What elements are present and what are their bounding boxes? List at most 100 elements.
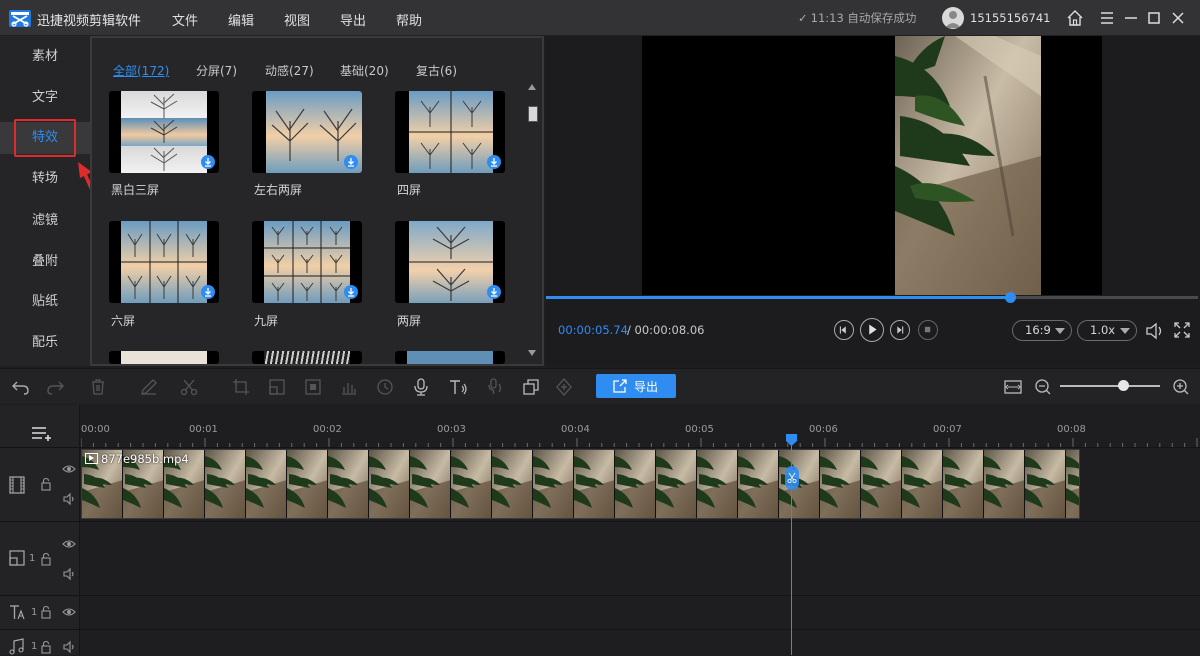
- nav-item-material[interactable]: 素材: [0, 42, 90, 72]
- tab-split[interactable]: 分屏(7): [196, 62, 237, 79]
- close-icon[interactable]: [1168, 8, 1188, 28]
- hamburger-menu-icon[interactable]: [1097, 8, 1117, 28]
- nav-item-music[interactable]: 配乐: [0, 328, 90, 358]
- effect-thumb-partial[interactable]: [252, 351, 362, 364]
- avatar[interactable]: [942, 7, 964, 29]
- nav-item-effects[interactable]: 特效: [0, 122, 90, 154]
- effect-preview: [409, 91, 493, 173]
- playback-progress-knob[interactable]: [1005, 292, 1016, 303]
- chevron-down-icon: [1055, 328, 1065, 334]
- text-to-speech-icon[interactable]: [448, 377, 468, 397]
- effect-thumb-nine[interactable]: [252, 221, 362, 303]
- resize-icon[interactable]: [267, 377, 287, 397]
- split-scissors-icon[interactable]: [179, 377, 199, 397]
- effect-preview: [121, 221, 207, 303]
- duration-clock-icon[interactable]: [375, 377, 395, 397]
- volume-icon[interactable]: [1144, 320, 1166, 342]
- zoom-slider[interactable]: [1060, 385, 1160, 387]
- aspect-ratio-select[interactable]: 16:9: [1012, 320, 1072, 341]
- lock-icon[interactable]: [39, 552, 53, 566]
- delete-icon[interactable]: [88, 377, 108, 397]
- track-number: 1: [29, 553, 36, 564]
- prev-frame-icon: [839, 326, 846, 334]
- menu-export[interactable]: 导出: [340, 10, 366, 29]
- zoom-in-icon[interactable]: [1171, 377, 1191, 397]
- tab-retro[interactable]: 复古(6): [416, 62, 457, 79]
- menu-edit[interactable]: 编辑: [228, 10, 254, 29]
- speaker-icon[interactable]: [62, 640, 76, 654]
- video-clip[interactable]: [81, 449, 1080, 519]
- effect-thumb-two[interactable]: [395, 221, 505, 303]
- copy-layers-icon[interactable]: [521, 377, 541, 397]
- picture-in-picture-icon: [9, 550, 25, 566]
- minimize-icon[interactable]: [1121, 8, 1141, 28]
- voice-change-icon[interactable]: [486, 377, 506, 397]
- undo-icon[interactable]: [11, 377, 31, 397]
- effect-thumb-six[interactable]: [109, 221, 219, 303]
- add-track-icon[interactable]: [30, 424, 54, 442]
- nav-item-sticker[interactable]: 贴纸: [0, 287, 90, 317]
- nav-item-text[interactable]: 文字: [0, 83, 90, 113]
- speaker-icon[interactable]: [62, 492, 76, 506]
- download-icon[interactable]: [201, 155, 215, 169]
- prev-frame-button[interactable]: [834, 320, 854, 340]
- home-icon[interactable]: [1065, 8, 1085, 28]
- lock-icon[interactable]: [39, 477, 53, 491]
- track-number: 1: [31, 607, 38, 618]
- fit-timeline-icon[interactable]: [1003, 377, 1023, 397]
- ruler-label: 00:02: [313, 424, 342, 435]
- menu-help[interactable]: 帮助: [396, 10, 422, 29]
- tab-all[interactable]: 全部(172): [113, 62, 169, 79]
- tab-dynamic[interactable]: 动感(27): [265, 62, 314, 79]
- crop-icon[interactable]: [231, 377, 251, 397]
- play-button[interactable]: [860, 318, 884, 342]
- effect-thumb-partial[interactable]: [109, 351, 219, 364]
- mosaic-icon[interactable]: [303, 377, 323, 397]
- effect-label: 六屏: [111, 314, 136, 328]
- speed-select[interactable]: 1.0x: [1077, 320, 1137, 341]
- fullscreen-icon[interactable]: [1172, 320, 1192, 340]
- stop-button[interactable]: [918, 320, 938, 340]
- edit-icon[interactable]: [139, 377, 159, 397]
- zoom-slider-knob[interactable]: [1118, 380, 1129, 391]
- username[interactable]: 15155156741: [970, 11, 1050, 25]
- lock-icon[interactable]: [39, 605, 53, 619]
- clip-filmstrip: [82, 450, 1079, 518]
- download-icon[interactable]: [201, 285, 215, 299]
- maximize-icon[interactable]: [1144, 8, 1164, 28]
- eye-icon[interactable]: [62, 537, 76, 551]
- microphone-icon[interactable]: [411, 377, 431, 397]
- eye-icon[interactable]: [62, 605, 76, 619]
- audio-level-icon[interactable]: [339, 377, 359, 397]
- stop-icon: [924, 326, 931, 333]
- effect-thumb-partial[interactable]: [395, 351, 505, 364]
- playback-progress-fill: [546, 296, 1010, 299]
- lock-icon[interactable]: [39, 640, 53, 654]
- download-icon[interactable]: [487, 285, 501, 299]
- menu-file[interactable]: 文件: [172, 10, 198, 29]
- scrollbar-thumb[interactable]: [528, 106, 538, 122]
- effects-scrollbar[interactable]: [526, 80, 538, 360]
- marker-icon[interactable]: [554, 377, 574, 397]
- effect-label: 两屏: [397, 314, 422, 328]
- zoom-out-icon[interactable]: [1033, 377, 1053, 397]
- playhead-handle[interactable]: [786, 434, 797, 446]
- ruler-label: 00:04: [561, 424, 590, 435]
- nav-item-overlay[interactable]: 叠附: [0, 247, 90, 277]
- effect-thumb-four[interactable]: [395, 91, 505, 173]
- menu-view[interactable]: 视图: [284, 10, 310, 29]
- clip-split-marker[interactable]: [785, 466, 799, 490]
- video-frame: [895, 36, 1041, 295]
- effect-thumb-bw-three[interactable]: [109, 91, 219, 173]
- eye-icon[interactable]: [62, 462, 76, 476]
- download-icon[interactable]: [344, 155, 358, 169]
- download-icon[interactable]: [344, 285, 358, 299]
- tab-basic[interactable]: 基础(20): [340, 62, 389, 79]
- effect-thumb-left-right[interactable]: [252, 91, 362, 173]
- next-frame-button[interactable]: [890, 320, 910, 340]
- export-button[interactable]: 导出: [596, 374, 676, 398]
- redo-icon[interactable]: [45, 377, 65, 397]
- speaker-icon[interactable]: [62, 567, 76, 581]
- download-icon[interactable]: [487, 155, 501, 169]
- effect-preview: [264, 351, 350, 364]
